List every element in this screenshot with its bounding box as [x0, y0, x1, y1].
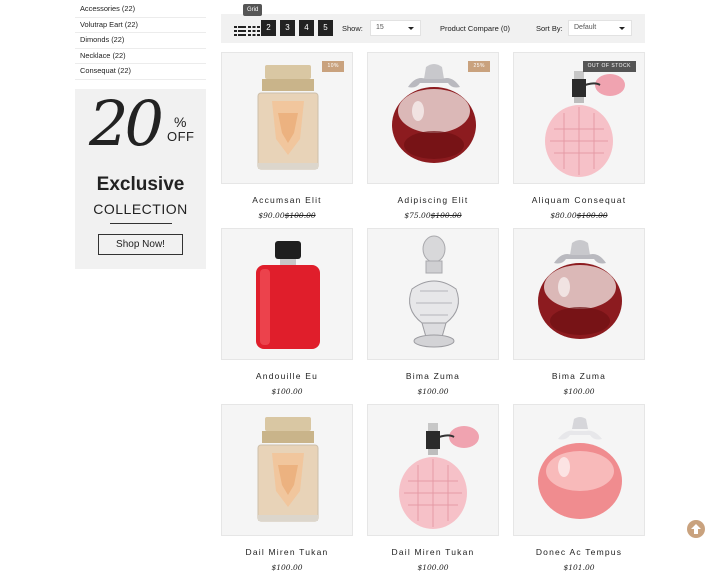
product-price: $100.00 [417, 563, 449, 572]
grid-view-tooltip: Grid [243, 4, 263, 16]
product-card[interactable]: Dail Miren Tukan $100.00 [367, 404, 499, 572]
discount-badge: 10% [322, 61, 344, 72]
product-price: $100.00 [271, 387, 303, 396]
promo-banner: 20 % OFF Exclusive COLLECTION Shop Now! [75, 89, 206, 269]
product-card[interactable]: 25% Adipiscing Elit $75.00$100.00 [367, 52, 499, 220]
product-name[interactable]: Dail Miren Tukan [221, 547, 353, 557]
grid-view-icon[interactable] [248, 23, 260, 36]
product-price: $100.00 [271, 563, 303, 572]
category-list: Accessories (22) Volutrap Eart (22) Dimo… [75, 2, 206, 80]
product-image[interactable] [367, 404, 499, 536]
perfume-bottle-icon [538, 417, 622, 519]
banner-divider [110, 223, 172, 224]
product-old-price: $100.00 [284, 211, 316, 220]
product-image[interactable] [513, 404, 645, 536]
product-price-row: $100.00 [221, 387, 353, 396]
out-of-stock-badge: OUT OF STOCK [582, 61, 636, 72]
product-price-row: $100.00 [513, 387, 645, 396]
category-item-volutrap-eart[interactable]: Volutrap Eart (22) [75, 18, 206, 33]
perfume-bottle-icon [538, 240, 622, 339]
show-select[interactable]: 15 [370, 20, 421, 36]
product-name[interactable]: Aliquam Consequat [513, 195, 645, 205]
perfume-bottle-icon [409, 235, 459, 348]
sort-select-value: Default [574, 24, 597, 31]
product-compare-link[interactable]: Product Compare (0) [440, 24, 510, 33]
perfume-bottle-icon [257, 417, 319, 522]
perfume-bottle-icon [256, 241, 320, 349]
banner-percent-sign: % [174, 114, 187, 130]
product-toolbar: 2 3 4 5 Show: 15 Product Compare (0) Sor… [221, 14, 645, 43]
page-button-5[interactable]: 5 [318, 20, 333, 36]
product-card[interactable]: Bima Zuma $100.00 [367, 228, 499, 396]
product-name[interactable]: Adipiscing Elit [367, 195, 499, 205]
product-price-row: $80.00$100.00 [513, 211, 645, 220]
product-price-row: $100.00 [367, 387, 499, 396]
banner-title: Exclusive [96, 174, 185, 195]
product-image[interactable] [221, 404, 353, 536]
shop-now-button[interactable]: Shop Now! [98, 234, 183, 255]
product-price: $80.00 [550, 211, 577, 220]
product-price-row: $101.00 [513, 563, 645, 572]
banner-off-label: OFF [167, 129, 195, 144]
product-old-price: $100.00 [576, 211, 608, 220]
product-image[interactable] [367, 228, 499, 360]
perfume-bottle-icon [257, 65, 319, 170]
product-price: $75.00 [404, 211, 431, 220]
product-name[interactable]: Dail Miren Tukan [367, 547, 499, 557]
list-view-icon[interactable] [234, 23, 246, 36]
scroll-top-button[interactable] [687, 520, 705, 538]
category-item-consequat[interactable]: Consequat (22) [75, 64, 206, 80]
product-card[interactable]: Dail Miren Tukan $100.00 [221, 404, 353, 572]
perfume-bottle-icon [545, 71, 625, 177]
product-price: $100.00 [563, 387, 595, 396]
product-image[interactable]: OUT OF STOCK [513, 52, 645, 184]
product-price-row: $100.00 [367, 563, 499, 572]
chevron-down-icon [619, 27, 625, 30]
product-image[interactable]: 10% [221, 52, 353, 184]
category-item-necklace[interactable]: Necklace (22) [75, 49, 206, 64]
sort-select[interactable]: Default [568, 20, 632, 36]
product-image[interactable] [221, 228, 353, 360]
category-item-accessories[interactable]: Accessories (22) [75, 2, 206, 18]
page-button-2[interactable]: 2 [261, 20, 276, 36]
product-card[interactable]: 10% Accumsan Elit $90.00$100.00 [221, 52, 353, 220]
product-card[interactable]: Andouille Eu $100.00 [221, 228, 353, 396]
banner-discount-number: 20 [89, 87, 164, 160]
product-image[interactable] [513, 228, 645, 360]
product-price-row: $100.00 [221, 563, 353, 572]
banner-subtitle: COLLECTION [93, 201, 188, 217]
page-button-3[interactable]: 3 [280, 20, 295, 36]
show-select-value: 15 [376, 24, 384, 31]
product-name[interactable]: Bima Zuma [513, 371, 645, 381]
page-button-4[interactable]: 4 [299, 20, 314, 36]
product-name[interactable]: Bima Zuma [367, 371, 499, 381]
perfume-bottle-icon [399, 423, 479, 529]
product-name[interactable]: Andouille Eu [221, 371, 353, 381]
product-price: $100.00 [417, 387, 449, 396]
product-name[interactable]: Accumsan Elit [221, 195, 353, 205]
sort-by-label: Sort By: [536, 24, 563, 33]
product-card[interactable]: OUT OF STOCK Aliquam Consequat $80.00$10… [513, 52, 645, 220]
product-price: $90.00 [258, 211, 285, 220]
arrow-up-icon [691, 524, 701, 534]
product-name[interactable]: Donec Ac Tempus [513, 547, 645, 557]
show-label: Show: [342, 24, 363, 33]
product-old-price: $100.00 [430, 211, 462, 220]
product-price-row: $75.00$100.00 [367, 211, 499, 220]
product-card[interactable]: Bima Zuma $100.00 [513, 228, 645, 396]
product-card[interactable]: Donec Ac Tempus $101.00 [513, 404, 645, 572]
discount-badge: 25% [468, 61, 490, 72]
category-item-dimonds[interactable]: Dimonds (22) [75, 33, 206, 49]
perfume-bottle-icon [392, 64, 476, 163]
product-price-row: $90.00$100.00 [221, 211, 353, 220]
chevron-down-icon [408, 27, 414, 30]
product-price: $101.00 [563, 563, 595, 572]
product-image[interactable]: 25% [367, 52, 499, 184]
